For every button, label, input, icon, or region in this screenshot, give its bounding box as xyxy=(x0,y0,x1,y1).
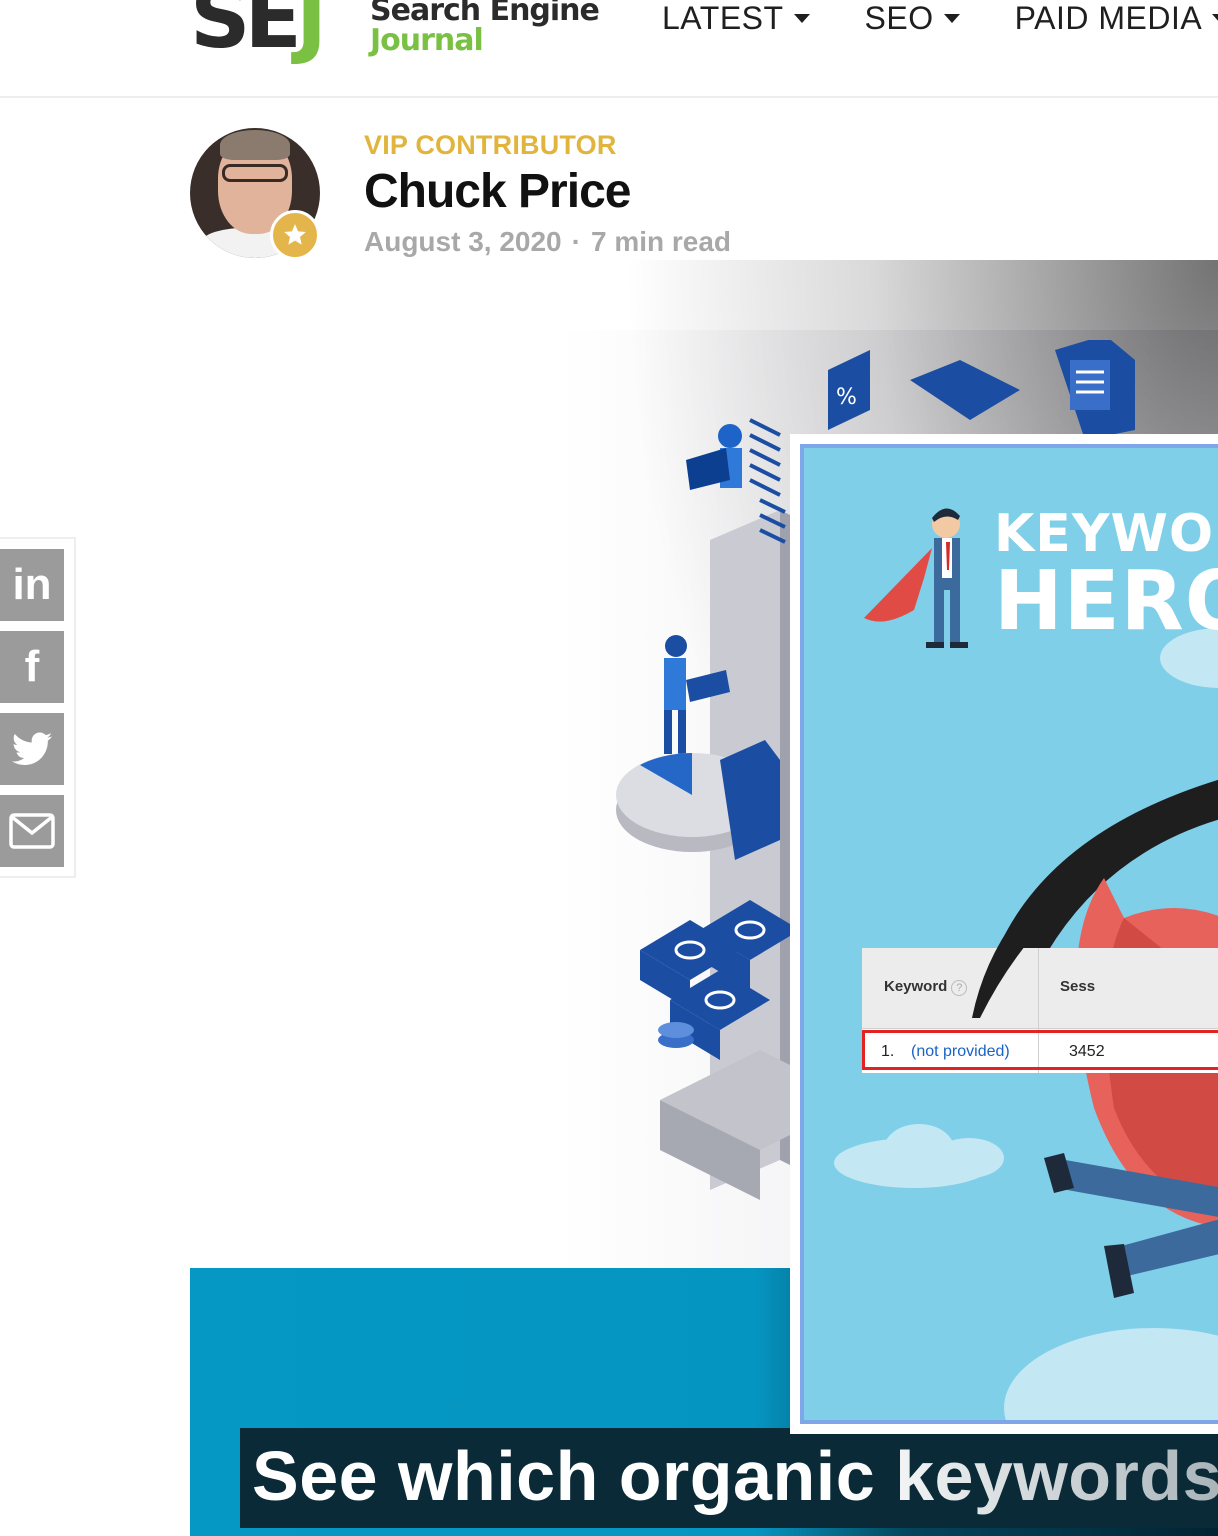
email-share-button[interactable] xyxy=(0,795,64,867)
nav-item-label: PAID MEDIA xyxy=(1014,0,1203,36)
nav-item-seo[interactable]: SEO xyxy=(865,0,960,38)
twitter-share-button[interactable] xyxy=(0,713,64,785)
headline-bar: See which organic keywords xyxy=(240,1428,1218,1528)
caret-down-icon xyxy=(793,13,810,23)
facebook-icon: f xyxy=(24,642,40,691)
popup-title: KEYWOR HERO xyxy=(994,506,1218,649)
meta-separator: · xyxy=(571,226,581,257)
keyword-column-header[interactable]: Keyword? xyxy=(884,978,968,996)
author-name[interactable]: Chuck Price xyxy=(364,164,631,219)
linkedin-share-button[interactable]: in xyxy=(0,549,64,621)
table-row: 1. (not provided) 3452 xyxy=(862,1030,1218,1070)
email-icon xyxy=(9,813,55,849)
linkedin-icon: in xyxy=(12,560,52,609)
share-bar: in f xyxy=(0,537,76,878)
sessions-value: 3452 xyxy=(1069,1043,1105,1060)
publish-date: August 3, 2020 xyxy=(364,226,562,257)
site-header: SEJ Search Engine Journal LATEST SEO PAI… xyxy=(0,0,1218,98)
vip-contributor-label[interactable]: VIP CONTRIBUTOR xyxy=(364,130,617,161)
nav-item-latest[interactable]: LATEST xyxy=(662,0,810,38)
popup-title-line-2: HERO xyxy=(994,554,1218,649)
star-icon xyxy=(270,210,320,260)
hero-mascot-icon xyxy=(864,508,968,648)
nav-item-label: LATEST xyxy=(662,0,784,36)
read-time: 7 min read xyxy=(590,226,732,257)
logo-mark: SEJ xyxy=(190,0,327,67)
logo-line-2: Journal xyxy=(370,23,484,58)
svg-text:%: % xyxy=(836,385,857,410)
nav-item-paid-media[interactable]: PAID MEDIA xyxy=(1015,0,1218,38)
caret-down-icon xyxy=(943,13,960,23)
keyword-link[interactable]: (not provided) xyxy=(911,1043,1010,1061)
keyword-table-header: Keyword? Sess xyxy=(862,948,1218,1029)
main-nav: LATEST SEO PAID MEDIA xyxy=(662,0,1218,38)
keyword-table: Keyword? Sess 1. (not provided) 3452 xyxy=(862,948,1218,1073)
keyword-hero-popup[interactable]: KEYWOR HERO Keyword? Sess 1. (not provid… xyxy=(800,444,1218,1424)
nav-item-label: SEO xyxy=(864,0,934,36)
help-icon[interactable]: ? xyxy=(951,980,968,996)
sej-logo[interactable]: SEJ Search Engine Journal xyxy=(190,0,600,62)
twitter-icon xyxy=(12,732,52,765)
sessions-column-header[interactable]: Sess xyxy=(1060,978,1095,995)
row-number: 1. xyxy=(881,1043,895,1060)
article-meta: August 3, 2020 · 7 min read xyxy=(364,226,731,258)
caret-down-icon xyxy=(1212,13,1218,23)
facebook-share-button[interactable]: f xyxy=(0,631,64,703)
